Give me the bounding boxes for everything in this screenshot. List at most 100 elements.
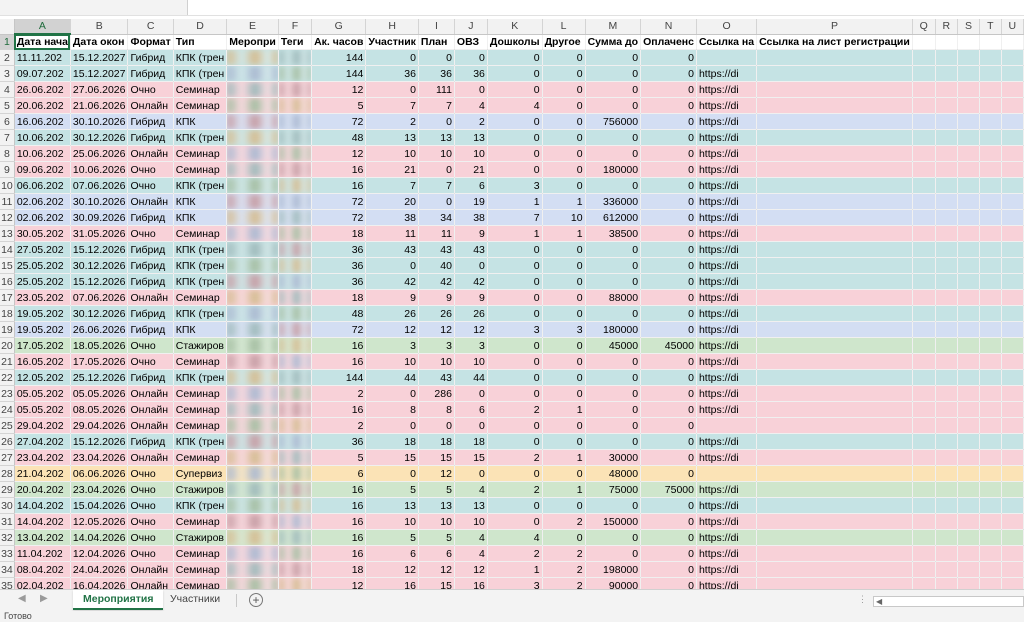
data-cell[interactable]: КПК (трен <box>173 241 228 258</box>
row-header[interactable]: 23 <box>0 385 15 402</box>
data-cell[interactable]: 12 <box>311 577 367 589</box>
data-cell[interactable] <box>957 113 981 130</box>
data-cell[interactable] <box>226 385 279 402</box>
data-cell[interactable] <box>278 225 313 242</box>
data-cell[interactable]: https://di <box>696 289 758 306</box>
data-cell[interactable]: 4 <box>454 481 488 498</box>
data-cell[interactable]: 5 <box>365 481 419 498</box>
data-cell[interactable]: КПК (трен <box>173 177 228 194</box>
data-cell[interactable]: 25.05.202 <box>14 273 71 290</box>
column-header-k[interactable]: K <box>487 19 543 35</box>
data-cell[interactable] <box>278 337 313 354</box>
data-cell[interactable]: 72 <box>311 193 367 210</box>
data-cell[interactable]: Очно <box>127 225 174 242</box>
data-cell[interactable]: https://di <box>696 97 758 114</box>
data-cell[interactable]: 1 <box>542 481 586 498</box>
data-cell[interactable]: 0 <box>585 65 642 82</box>
data-cell[interactable]: 43 <box>454 241 488 258</box>
data-cell[interactable]: 10 <box>454 353 488 370</box>
data-cell[interactable]: 0 <box>542 177 586 194</box>
data-cell[interactable]: Очно <box>127 465 174 482</box>
data-cell[interactable]: Семинар <box>173 401 228 418</box>
row-header[interactable]: 27 <box>0 449 15 466</box>
data-cell[interactable] <box>912 257 936 274</box>
data-cell[interactable]: 0 <box>542 273 586 290</box>
data-cell[interactable]: 0 <box>542 529 586 546</box>
data-cell[interactable]: 40 <box>418 257 455 274</box>
header-cell[interactable] <box>912 34 936 50</box>
data-cell[interactable]: 0 <box>585 529 642 546</box>
data-cell[interactable] <box>935 129 959 146</box>
data-cell[interactable]: 0 <box>640 497 697 514</box>
data-cell[interactable]: https://di <box>696 81 758 98</box>
data-cell[interactable] <box>912 353 936 370</box>
data-cell[interactable]: 19.05.202 <box>14 305 71 322</box>
data-cell[interactable] <box>912 433 936 450</box>
data-cell[interactable]: 0 <box>585 241 642 258</box>
data-cell[interactable] <box>935 65 959 82</box>
data-cell[interactable]: 180000 <box>585 161 642 178</box>
row-header[interactable]: 16 <box>0 273 15 290</box>
row-header[interactable]: 3 <box>0 65 15 82</box>
data-cell[interactable]: Онлайн <box>127 97 174 114</box>
data-cell[interactable] <box>957 529 981 546</box>
next-sheet-icon[interactable]: ▶ <box>40 593 48 604</box>
data-cell[interactable] <box>226 449 279 466</box>
data-cell[interactable]: 1 <box>542 193 586 210</box>
data-cell[interactable] <box>278 113 313 130</box>
data-cell[interactable]: 30.12.2026 <box>70 257 129 274</box>
data-cell[interactable]: Очно <box>127 497 174 514</box>
data-cell[interactable] <box>912 209 936 226</box>
data-cell[interactable]: 16 <box>365 577 419 589</box>
data-cell[interactable]: 6 <box>311 465 367 482</box>
data-cell[interactable] <box>935 273 959 290</box>
data-cell[interactable]: 6 <box>454 177 488 194</box>
data-cell[interactable]: 0 <box>585 257 642 274</box>
data-cell[interactable]: 3 <box>487 577 543 589</box>
data-cell[interactable] <box>979 145 1002 162</box>
data-cell[interactable]: 3 <box>487 177 543 194</box>
header-cell[interactable]: Другое <box>542 34 586 50</box>
data-cell[interactable]: 13.04.202 <box>14 529 71 546</box>
data-cell[interactable]: 3 <box>454 337 488 354</box>
data-cell[interactable]: 18 <box>311 561 367 578</box>
data-cell[interactable]: https://di <box>696 129 758 146</box>
data-cell[interactable] <box>957 449 981 466</box>
data-cell[interactable]: 10 <box>365 513 419 530</box>
data-cell[interactable]: 1 <box>487 561 543 578</box>
data-cell[interactable]: 05.05.202 <box>14 385 71 402</box>
row-header[interactable]: 14 <box>0 241 15 258</box>
data-cell[interactable]: КПК (трен <box>173 49 228 66</box>
data-cell[interactable]: 0 <box>487 353 543 370</box>
data-cell[interactable] <box>1001 257 1024 274</box>
data-cell[interactable]: 26.06.202 <box>14 81 71 98</box>
data-cell[interactable] <box>1001 321 1024 338</box>
data-cell[interactable]: 15.12.2027 <box>70 49 129 66</box>
data-cell[interactable]: 7 <box>418 177 455 194</box>
data-cell[interactable] <box>957 177 981 194</box>
row-header[interactable]: 7 <box>0 129 15 146</box>
data-cell[interactable]: 18 <box>311 225 367 242</box>
data-cell[interactable]: 43 <box>365 241 419 258</box>
data-cell[interactable]: https://di <box>696 225 758 242</box>
data-cell[interactable]: 38500 <box>585 225 642 242</box>
data-cell[interactable]: 0 <box>487 513 543 530</box>
data-cell[interactable]: Очно <box>127 529 174 546</box>
data-cell[interactable] <box>935 529 959 546</box>
data-cell[interactable]: 0 <box>640 369 697 386</box>
data-cell[interactable]: 72 <box>311 209 367 226</box>
data-cell[interactable]: 0 <box>640 145 697 162</box>
data-cell[interactable]: https://di <box>696 497 758 514</box>
data-cell[interactable]: 12 <box>454 561 488 578</box>
data-cell[interactable]: 06.06.2026 <box>70 465 129 482</box>
data-cell[interactable] <box>1001 337 1024 354</box>
data-cell[interactable]: Гибрид <box>127 305 174 322</box>
data-cell[interactable]: 9 <box>454 289 488 306</box>
data-cell[interactable]: 0 <box>487 289 543 306</box>
column-header-q[interactable]: Q <box>912 19 936 35</box>
data-cell[interactable] <box>756 529 913 546</box>
data-cell[interactable] <box>979 65 1002 82</box>
data-cell[interactable] <box>226 97 279 114</box>
data-cell[interactable]: 9 <box>365 289 419 306</box>
data-cell[interactable]: 0 <box>585 545 642 562</box>
